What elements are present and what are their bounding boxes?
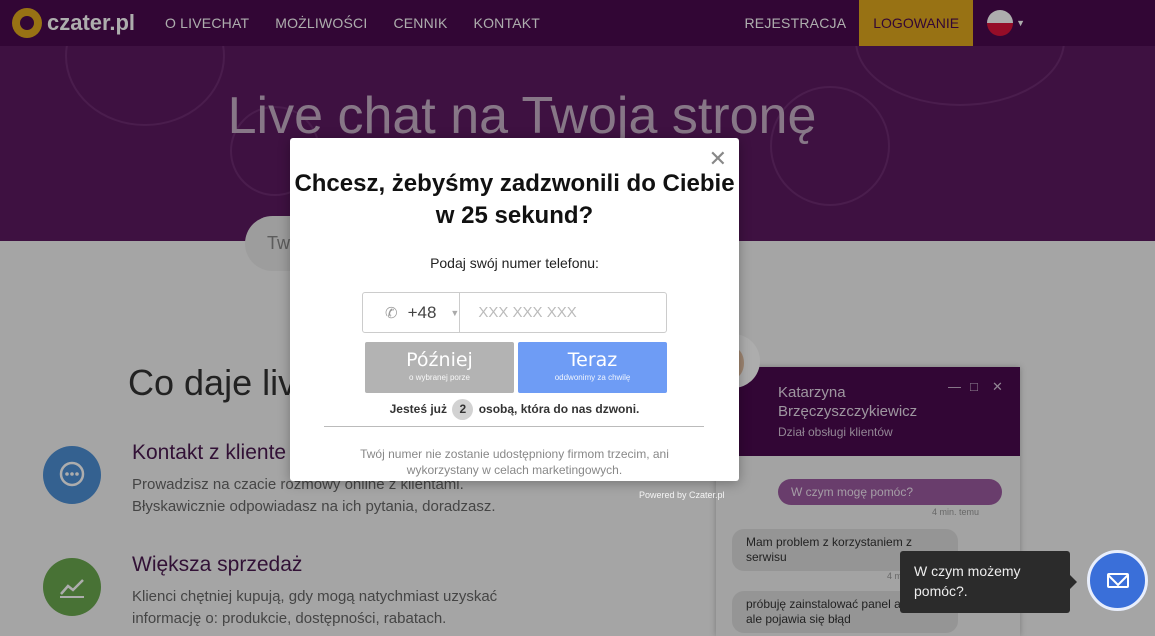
modal-subtitle: Podaj swój numer telefonu:	[430, 255, 599, 271]
chat-tooltip: W czym możemy pomóc?.	[900, 551, 1077, 613]
count-text-after: osobą, która do nas dzwoni.	[478, 402, 640, 416]
country-code-select[interactable]: ✆ +48 ▼	[363, 293, 461, 332]
chat-launcher-button[interactable]	[1087, 550, 1148, 611]
country-code: +48	[407, 302, 437, 322]
now-sublabel: oddwonimy za chwilę	[554, 373, 631, 382]
later-sublabel: o wybranej porze	[409, 373, 470, 382]
modal-title: Chcesz, żebyśmy zadzwonili do Ciebie w 2…	[294, 170, 735, 229]
powered-by-link[interactable]: Powered by Czater.pl	[639, 490, 725, 500]
count-text-before: Jesteś już	[389, 402, 447, 416]
now-label: Teraz	[567, 349, 618, 371]
later-button[interactable]: Później o wybranej porze	[365, 342, 514, 393]
caller-count-badge: 2	[452, 399, 474, 420]
phone-input[interactable]	[460, 293, 678, 332]
callback-modal: ✕ Chcesz, żebyśmy zadzwonili do Ciebie w…	[290, 138, 739, 481]
caller-count-line: Jesteś już 2 osobą, która do nas dzwoni.	[290, 399, 739, 420]
envelope-icon	[1106, 573, 1129, 588]
phone-icon: ✆	[385, 304, 398, 322]
now-button[interactable]: Teraz oddwonimy za chwilę	[518, 342, 667, 393]
divider	[324, 426, 704, 427]
chevron-down-icon: ▼	[450, 307, 460, 318]
privacy-disclaimer: Twój numer nie zostanie udostępniony fir…	[360, 447, 669, 477]
phone-field: ✆ +48 ▼	[362, 292, 678, 333]
later-label: Później	[406, 349, 473, 371]
